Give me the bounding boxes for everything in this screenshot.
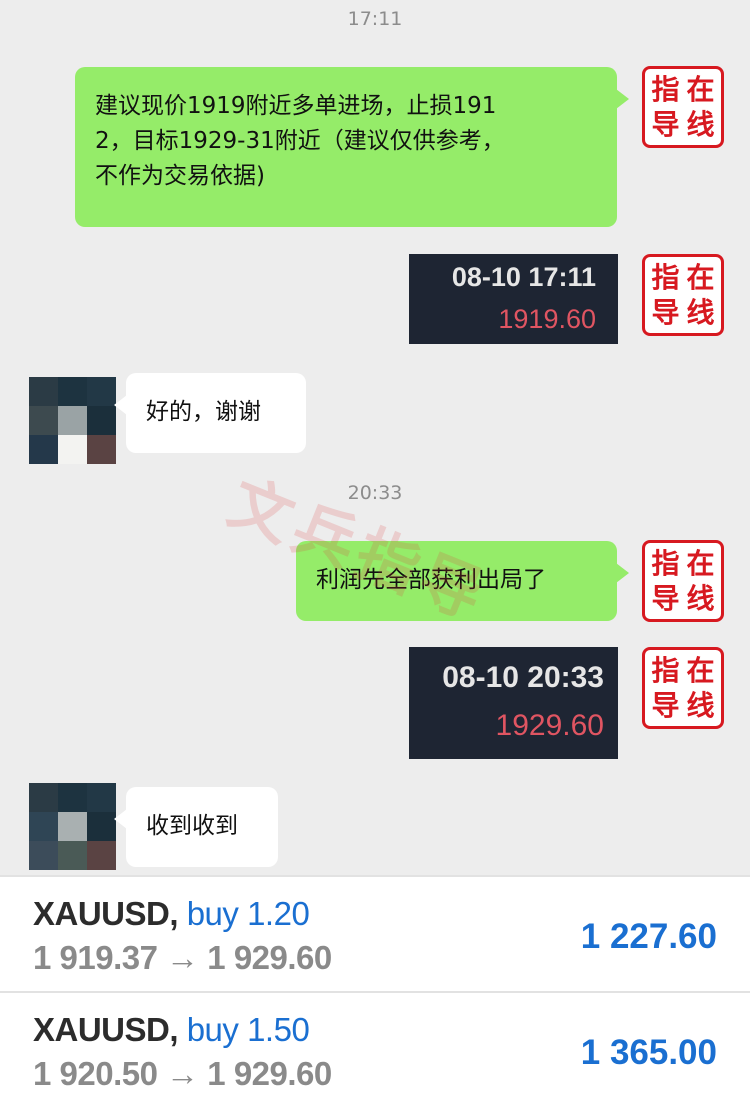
trade-row[interactable]: XAUUSD, buy 1.50 1 920.50 → 1 929.60 1 3…	[0, 991, 750, 1107]
avatar-seal-stamp[interactable]: 指 在 导 线	[642, 540, 724, 622]
trade-side: buy 1.20	[186, 895, 310, 932]
message-text: 收到收到	[146, 813, 238, 839]
quote-time: 08-10 17:11	[451, 262, 596, 292]
trade-symbol: XAUUSD,	[33, 895, 179, 932]
timestamp: 20:33	[347, 482, 403, 504]
message-bubble-received[interactable]: 好的，谢谢	[114, 373, 306, 453]
stamp-char: 导	[651, 107, 680, 141]
message-bubble-received[interactable]: 收到收到	[114, 787, 278, 867]
price-quote-image[interactable]: 08-10 17:11 1919.60	[409, 254, 618, 344]
timestamp: 17:11	[347, 8, 403, 30]
trade-history-panel: XAUUSD, buy 1.20 1 919.37 → 1 929.60 1 2…	[0, 875, 750, 1107]
trade-price-route: 1 919.37 → 1 929.60	[33, 939, 332, 976]
stamp-char: 在	[686, 260, 715, 294]
stamp-char: 在	[686, 546, 715, 580]
message-bubble-sent[interactable]: 建议现价1919附近多单进场，止损191 2，目标1929-31附近（建议仅供参…	[75, 67, 629, 227]
trade-profit: 1 365.00	[580, 1033, 717, 1072]
avatar-seal-stamp[interactable]: 指 在 导 线	[642, 254, 724, 336]
stamp-char: 在	[686, 72, 715, 106]
trade-symbol: XAUUSD,	[33, 1011, 179, 1048]
trade-price-route: 1 920.50 → 1 929.60	[33, 1055, 332, 1092]
trade-title: XAUUSD, buy 1.50	[33, 1011, 310, 1049]
price-quote-image[interactable]: 08-10 20:33 1929.60	[409, 647, 618, 759]
stamp-char: 导	[651, 581, 680, 615]
trade-side: buy 1.50	[186, 1011, 310, 1048]
stamp-char: 导	[651, 688, 680, 722]
message-line: 2，目标1929-31附近（建议仅供参考，	[95, 128, 505, 154]
stamp-char: 导	[651, 295, 680, 329]
stamp-char: 线	[686, 107, 715, 141]
trade-title: XAUUSD, buy 1.20	[33, 895, 310, 933]
message-text: 好的，谢谢	[146, 399, 261, 425]
trade-row[interactable]: XAUUSD, buy 1.20 1 919.37 → 1 929.60 1 2…	[0, 875, 750, 991]
quote-price: 1929.60	[495, 709, 604, 742]
stamp-char: 指	[651, 653, 680, 687]
message-line: 不作为交易依据)	[95, 163, 265, 189]
message-bubble-sent[interactable]: 利润先全部获利出局了	[296, 541, 629, 621]
stamp-char: 指	[651, 260, 680, 294]
contact-avatar[interactable]	[29, 783, 116, 870]
trade-profit: 1 227.60	[580, 917, 717, 956]
stamp-char: 线	[686, 581, 715, 615]
message-line: 建议现价1919附近多单进场，止损191	[95, 93, 497, 119]
stamp-char: 线	[686, 688, 715, 722]
avatar-seal-stamp[interactable]: 指 在 导 线	[642, 647, 724, 729]
avatar-seal-stamp[interactable]: 指 在 导 线	[642, 66, 724, 148]
quote-price: 1919.60	[498, 304, 596, 334]
stamp-char: 指	[651, 72, 680, 106]
stamp-char: 在	[686, 653, 715, 687]
chat-area: 17:11 建议现价1919附近多单进场，止损191 2，目标1929-31附近…	[0, 0, 750, 875]
stamp-char: 指	[651, 546, 680, 580]
stamp-char: 线	[686, 295, 715, 329]
contact-avatar[interactable]	[29, 377, 116, 464]
quote-time: 08-10 20:33	[442, 661, 604, 694]
message-text: 利润先全部获利出局了	[316, 567, 546, 593]
